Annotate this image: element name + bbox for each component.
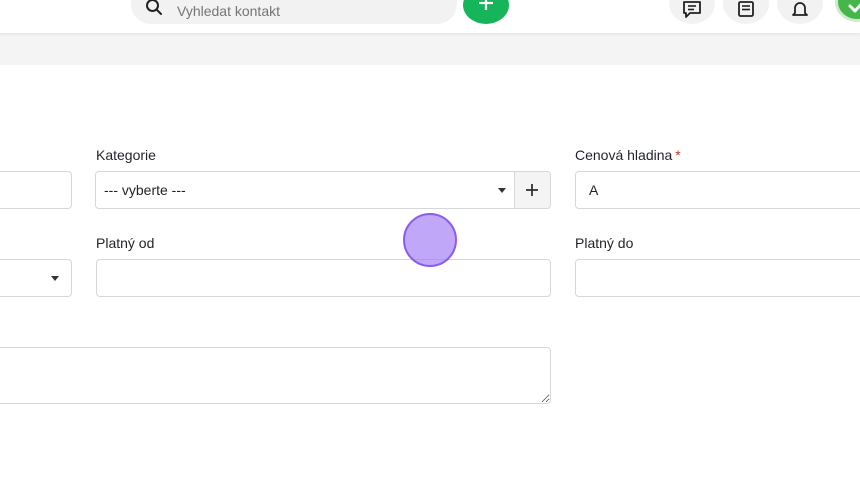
kategorie-label: Kategorie	[96, 147, 156, 163]
left-text-field[interactable]	[0, 171, 72, 209]
click-cursor-indicator	[403, 213, 457, 267]
plus-icon	[526, 184, 538, 196]
cenova-hladina-label: Cenová hladina *	[575, 147, 681, 163]
add-category-button[interactable]	[515, 171, 551, 209]
plus-icon	[479, 0, 493, 10]
messages-button[interactable]	[669, 0, 715, 24]
cenova-hladina-field[interactable]	[575, 171, 860, 209]
kategorie-selected-value: --- vyberte ---	[104, 182, 186, 198]
platny-do-label: Platný do	[575, 235, 634, 251]
kategorie-select[interactable]: --- vyberte ---	[95, 171, 515, 209]
platny-od-label: Platný od	[96, 235, 155, 251]
check-icon	[848, 3, 860, 13]
note-textarea[interactable]	[0, 347, 551, 404]
platny-od-field[interactable]	[96, 259, 551, 297]
platny-do-field[interactable]	[575, 259, 860, 297]
chat-icon	[683, 1, 701, 18]
bell-icon	[792, 2, 808, 16]
avatar[interactable]	[835, 0, 860, 22]
contact-search[interactable]	[131, 0, 457, 24]
add-button[interactable]	[463, 0, 509, 24]
search-input[interactable]	[177, 0, 437, 22]
sub-toolbar	[0, 33, 860, 65]
chevron-down-icon	[51, 276, 59, 281]
left-select-field[interactable]	[0, 259, 72, 297]
notifications-button[interactable]	[777, 0, 823, 24]
chevron-down-icon	[498, 188, 506, 193]
notes-icon	[738, 1, 754, 17]
notes-button[interactable]	[723, 0, 769, 24]
top-bar	[0, 0, 860, 33]
required-mark: *	[675, 147, 681, 163]
search-icon	[146, 0, 162, 15]
